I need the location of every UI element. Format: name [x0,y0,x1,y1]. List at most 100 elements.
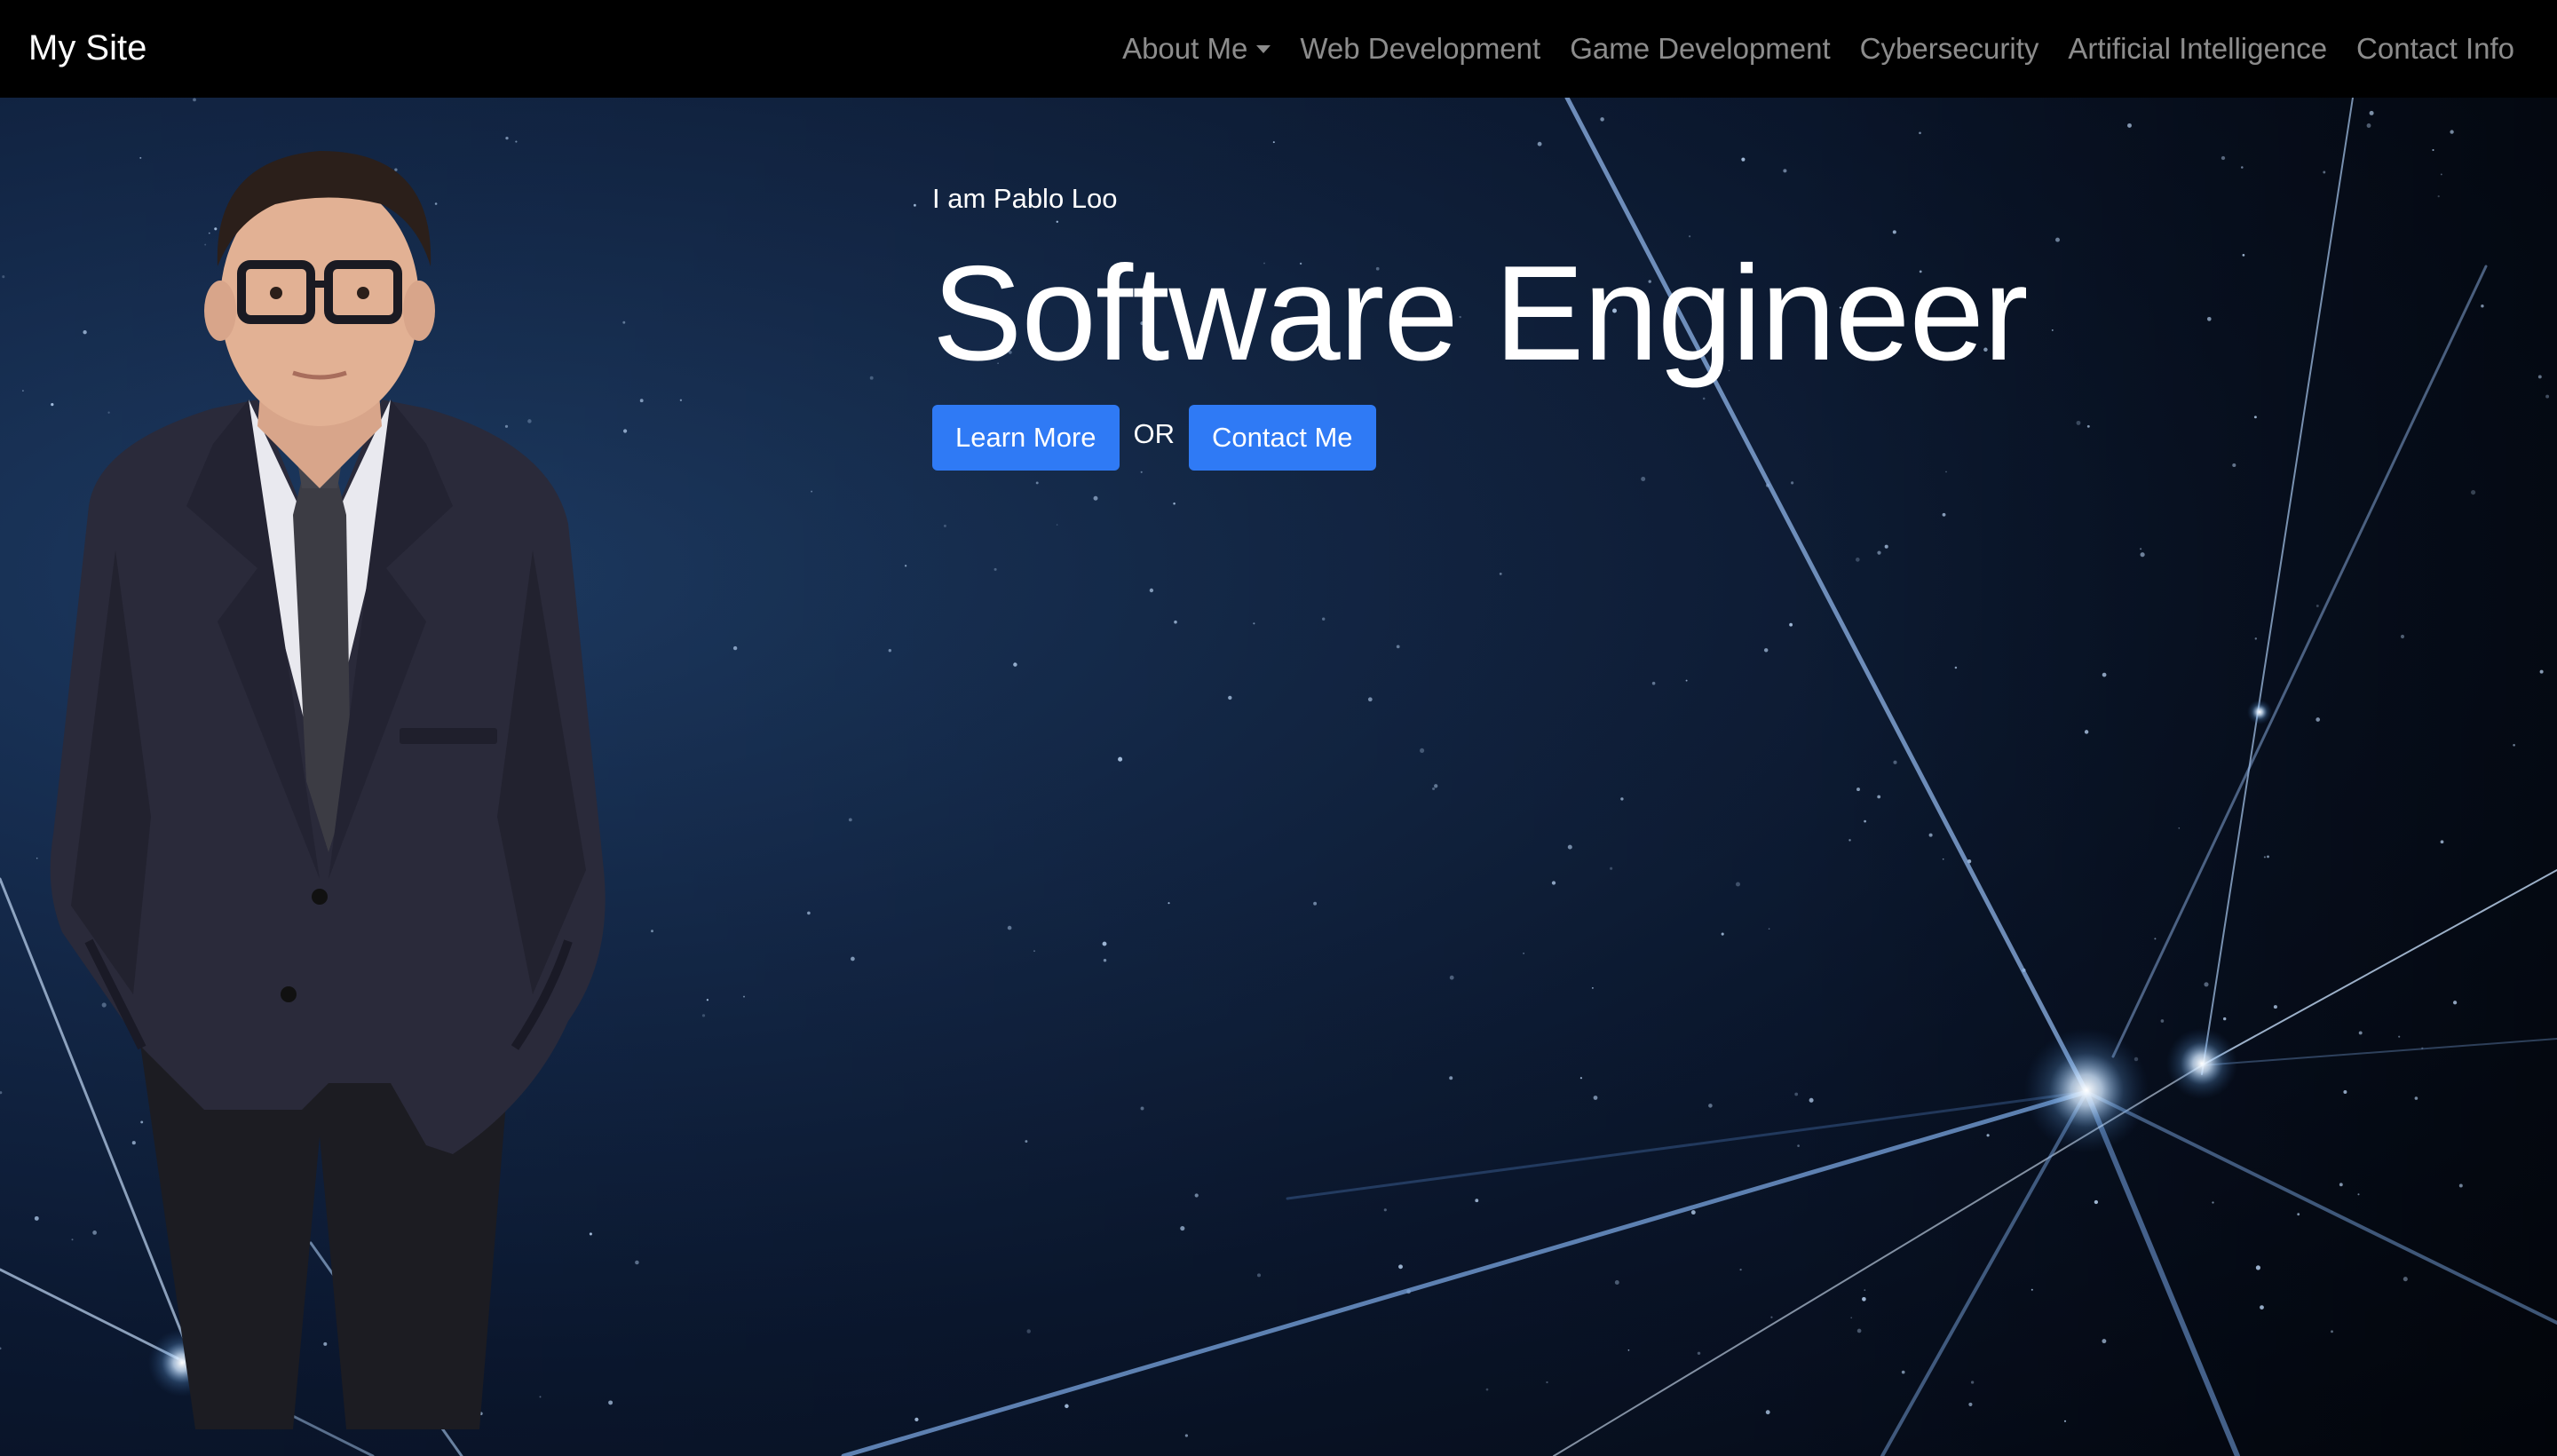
star [2178,827,2181,829]
nav-link-game-development[interactable]: Game Development [1570,29,1830,68]
star [2440,840,2444,844]
star [1007,925,1012,930]
star [1770,1316,1773,1318]
navbar: My Site About Me Web Development Game De… [0,0,2557,98]
star [1035,481,1039,485]
profile-photo [50,151,606,1429]
light-flare [2166,1028,2237,1099]
star [2204,982,2209,987]
star [1180,1226,1185,1231]
star [2316,605,2319,607]
star [1789,622,1793,627]
star [22,390,24,392]
nav-link-artificial-intelligence[interactable]: Artificial Intelligence [2068,29,2327,68]
star [2076,420,2081,425]
star [1313,901,1318,906]
hero-content: I am Pablo Loo Software Engineer Learn M… [932,179,2029,471]
star [1432,787,1436,791]
star [2343,1090,2347,1094]
star [2094,1199,2099,1205]
star [1736,882,1740,887]
star [2055,237,2060,242]
star [913,203,916,207]
star [1523,953,1524,954]
star [1862,1296,1866,1302]
star [1627,1349,1630,1351]
star [2260,1305,2264,1310]
star [2031,1288,2033,1291]
star [1420,748,1425,753]
star [1398,1264,1403,1270]
star [2331,1330,2333,1333]
star [2358,1031,2363,1035]
star [1855,558,1860,562]
star [2471,490,2476,495]
star [1614,1280,1619,1285]
star [2127,123,2132,128]
page: My Site About Me Web Development Game De… [0,0,2557,1456]
star [2450,130,2454,134]
star [1697,1351,1701,1356]
star [2316,717,2321,722]
star [639,399,644,403]
star [1685,679,1688,682]
star [1986,1134,1990,1137]
star [1721,932,1724,936]
star [1741,157,1746,162]
star [1579,1077,1582,1080]
star [2369,110,2374,115]
star [2440,173,2442,176]
star [1149,588,1154,593]
star [193,98,196,102]
star [1877,550,1881,555]
star [2051,328,2054,331]
site-brand[interactable]: My Site [28,25,146,71]
star [2140,552,2145,558]
star [1856,1328,1862,1333]
nav-link-contact-info[interactable]: Contact Info [2356,29,2514,68]
star [1877,795,1881,799]
star [1893,760,1897,764]
star [1864,819,1866,823]
nav-link-cybersecurity[interactable]: Cybersecurity [1860,29,2039,68]
star [1056,524,1058,526]
star [2063,1420,2067,1422]
contact-me-button[interactable]: Contact Me [1189,405,1376,471]
nav-link-label: About Me [1122,32,1248,65]
star [2539,669,2544,674]
star [2537,375,2542,379]
star [1884,544,1888,549]
star [1651,681,1656,685]
star [851,956,855,961]
star [2481,304,2484,308]
nav-link-web-development[interactable]: Web Development [1300,29,1540,68]
star [2086,424,2090,428]
star [2366,123,2371,128]
star [2223,1017,2227,1021]
star [635,1260,639,1265]
nav-links: About Me Web Development Game Developmen… [1122,0,2514,98]
star [2,275,5,279]
star [2221,155,2226,161]
star [1383,1208,1387,1212]
star [1942,512,1946,517]
star [1945,471,1947,473]
star [2242,254,2245,257]
star [1797,1144,1800,1147]
star [622,320,626,324]
star [1449,1076,1453,1080]
star [1850,1317,1853,1319]
star [1475,1199,1479,1203]
star [2255,1265,2260,1270]
learn-more-button[interactable]: Learn More [932,405,1120,471]
star [2458,1183,2463,1188]
star [1093,495,1098,501]
star [1396,645,1400,649]
star [2437,194,2440,198]
star [1065,1404,1069,1409]
star [1140,1106,1144,1111]
star [914,1417,919,1422]
star [1610,866,1613,870]
nav-link-about-me[interactable]: About Me [1122,29,1271,68]
star [1708,1104,1713,1108]
